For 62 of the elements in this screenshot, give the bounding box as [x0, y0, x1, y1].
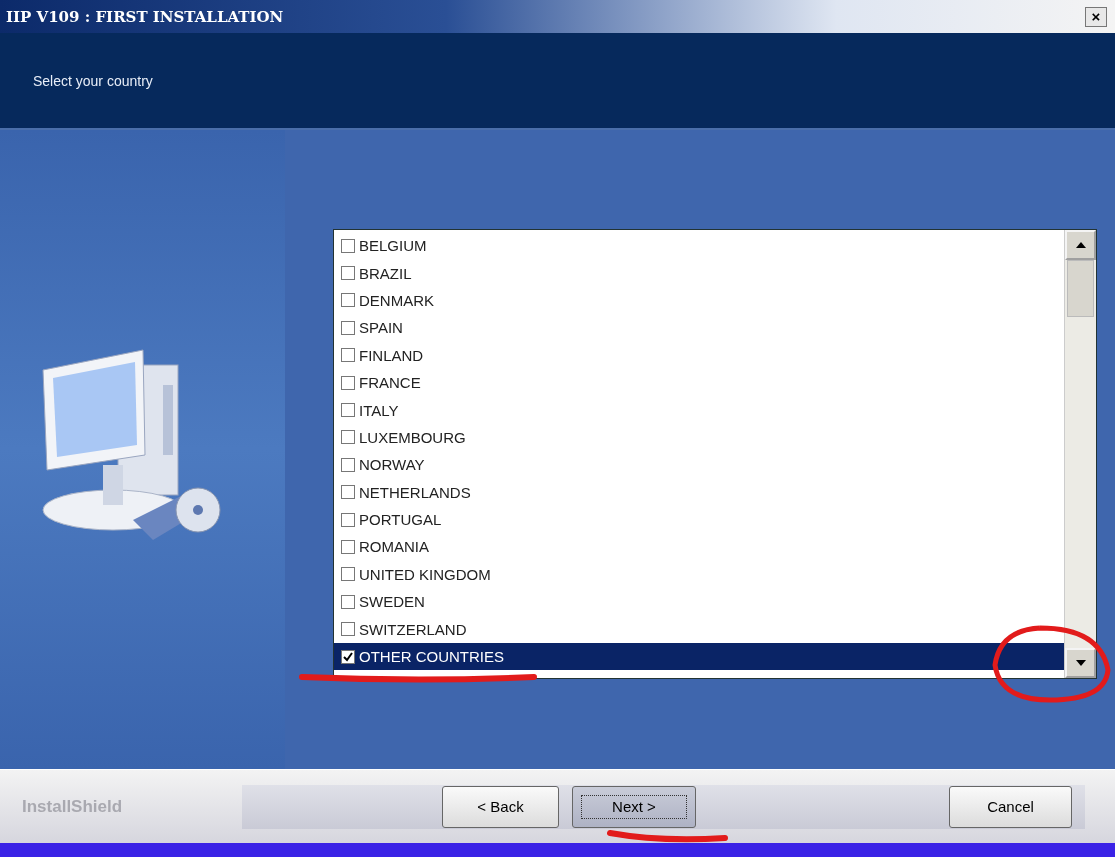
checkbox[interactable]: [341, 293, 355, 308]
wizard-button[interactable]: < Back: [442, 785, 559, 828]
close-button[interactable]: ×: [1085, 6, 1107, 27]
checkbox[interactable]: [341, 485, 355, 500]
scroll-thumb[interactable]: [1067, 260, 1094, 317]
checkbox[interactable]: [341, 430, 355, 445]
down-arrow-icon: [1075, 660, 1086, 666]
checkbox[interactable]: [341, 540, 355, 554]
country-item[interactable]: SWITZERLAND: [334, 615, 1064, 643]
country-label: ROMANIA: [359, 538, 429, 556]
country-item[interactable]: ROMANIA: [334, 533, 1064, 561]
country-label: LUXEMBOURG: [359, 428, 466, 446]
country-label: NETHERLANDS: [359, 483, 471, 501]
country-label: OTHER COUNTRIES: [359, 648, 504, 666]
wizard-button[interactable]: Next >: [572, 785, 696, 828]
country-item[interactable]: BELGIUM: [334, 232, 1064, 260]
checkbox[interactable]: [341, 403, 355, 418]
brand-logo: InstallShield: [22, 796, 124, 817]
country-label: NORWAY: [359, 456, 425, 474]
country-item[interactable]: FINLAND: [334, 341, 1064, 369]
country-item[interactable]: BRAZIL: [334, 259, 1064, 287]
country-label: BRAZIL: [359, 264, 412, 282]
country-label: SWITZERLAND: [359, 620, 467, 638]
country-label: FRANCE: [359, 374, 421, 392]
up-arrow-icon: [1075, 242, 1086, 248]
wizard-button[interactable]: Cancel: [949, 785, 1072, 828]
checkbox[interactable]: [341, 649, 355, 664]
country-item[interactable]: LUXEMBOURG: [334, 423, 1064, 452]
header-subtitle: Select your country: [33, 72, 153, 89]
window-title: IIP V109 : FIRST INSTALLATION: [6, 7, 284, 26]
country-item[interactable]: PORTUGAL: [334, 505, 1064, 534]
country-item[interactable]: SWEDEN: [334, 588, 1064, 616]
country-item[interactable]: UNITED KINGDOM: [334, 560, 1064, 589]
country-label: ITALY: [359, 401, 399, 419]
country-label: UNITED KINGDOM: [359, 565, 491, 583]
checkbox[interactable]: [341, 348, 355, 363]
checkbox[interactable]: [341, 512, 355, 527]
checkbox[interactable]: [341, 266, 355, 281]
scroll-down-button[interactable]: [1065, 648, 1096, 678]
country-item[interactable]: DENMARK: [334, 286, 1064, 315]
country-item[interactable]: SPAIN: [334, 314, 1064, 342]
checkbox[interactable]: [341, 567, 355, 582]
checkbox[interactable]: [341, 622, 355, 637]
scrollbar[interactable]: [1064, 230, 1096, 678]
country-item[interactable]: ITALY: [334, 396, 1064, 424]
country-label: BELGIUM: [359, 237, 427, 255]
country-label: SWEDEN: [359, 593, 425, 611]
country-label: DENMARK: [359, 291, 434, 309]
checkbox[interactable]: [341, 594, 355, 609]
country-item[interactable]: FRANCE: [334, 368, 1064, 397]
country-label: SPAIN: [359, 319, 403, 337]
country-item[interactable]: NORWAY: [334, 451, 1064, 479]
checkbox[interactable]: [341, 375, 355, 390]
scroll-up-button[interactable]: [1065, 230, 1096, 260]
country-label: FINLAND: [359, 346, 424, 364]
country-item[interactable]: OTHER COUNTRIES: [334, 642, 1064, 671]
country-label: PORTUGAL: [359, 511, 442, 529]
country-item[interactable]: NETHERLANDS: [334, 478, 1064, 506]
checkmark-icon: [343, 651, 353, 662]
checkbox[interactable]: [341, 457, 355, 472]
checkbox[interactable]: [341, 238, 355, 253]
checkbox[interactable]: [341, 320, 355, 335]
